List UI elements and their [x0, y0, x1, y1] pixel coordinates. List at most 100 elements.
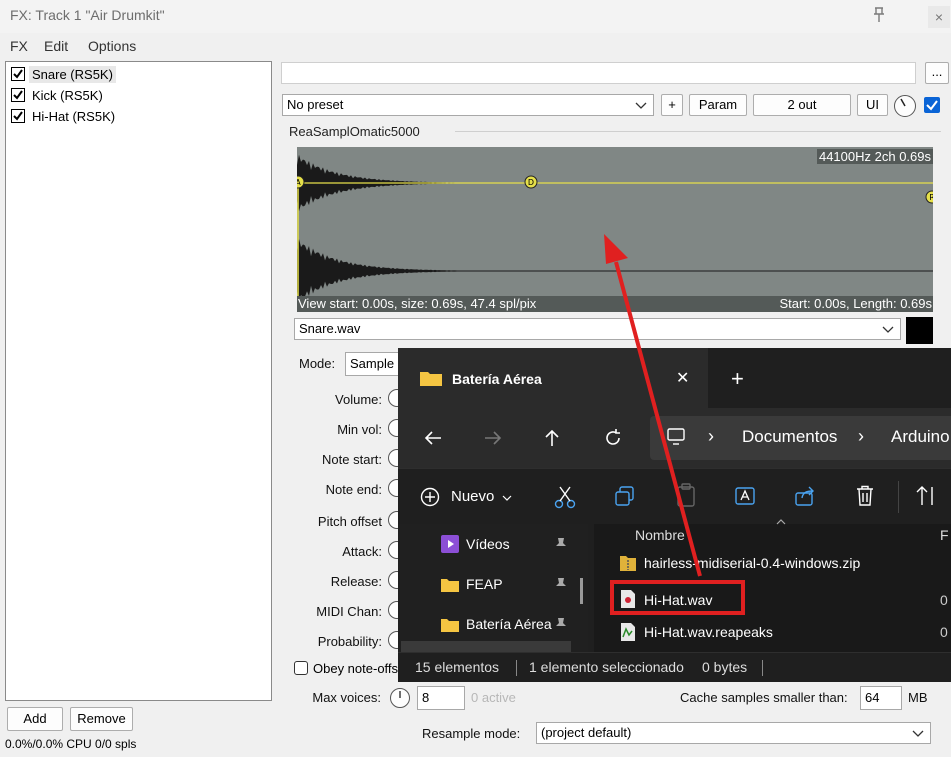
copy-icon[interactable] — [614, 485, 636, 507]
decay-marker-label: D — [528, 178, 534, 187]
check-icon — [926, 100, 938, 111]
up-arrow-icon[interactable] — [542, 428, 562, 448]
new-button[interactable]: Nuevo — [451, 488, 494, 505]
sidebar-vscrollbar[interactable] — [580, 578, 583, 604]
attack-marker[interactable]: A — [297, 175, 305, 189]
remove-button[interactable]: Remove — [70, 707, 133, 731]
release-marker[interactable]: R — [925, 190, 933, 204]
obey-noteoffs-checkbox[interactable] — [294, 661, 308, 675]
sample-info: 44100Hz 2ch 0.69s — [816, 149, 933, 164]
paste-icon[interactable] — [676, 483, 696, 507]
fx-item-hihat[interactable]: Hi-Hat (RS5K) — [11, 106, 118, 126]
fx-item-label: Hi-Hat (RS5K) — [32, 108, 116, 124]
menu-edit[interactable]: Edit — [44, 38, 68, 54]
pin-icon[interactable] — [554, 577, 568, 591]
refresh-icon[interactable] — [603, 428, 623, 448]
pitchoffset-label: Pitch offset — [317, 514, 382, 529]
active-voices: 0 active — [471, 690, 516, 705]
fx-enable-checkbox[interactable] — [11, 67, 25, 81]
check-icon — [13, 111, 23, 121]
pin-icon[interactable] — [554, 617, 568, 631]
breadcrumb-documentos[interactable]: Documentos — [742, 427, 837, 447]
waveform-display[interactable]: A D R 44100Hz 2ch 0.69s View start: 0.00… — [297, 147, 933, 312]
sidebar-item-bateria[interactable]: Batería Aérea — [398, 606, 588, 646]
chevron-down-icon — [882, 326, 894, 333]
column-header-name[interactable]: Nombre — [635, 527, 685, 543]
preset-value: No preset — [287, 97, 344, 112]
sidebar-item-feap[interactable]: FEAP — [398, 566, 588, 606]
file-explorer-window[interactable]: Batería Aérea ✕ + › Documentos › Arduino… — [398, 348, 951, 682]
resample-dropdown[interactable]: (project default) — [536, 722, 931, 744]
folder-icon — [420, 372, 442, 386]
check-icon — [13, 90, 23, 100]
fx-item-kick[interactable]: Kick (RS5K) — [11, 85, 106, 105]
bypass-checkbox[interactable] — [924, 97, 940, 113]
maxvoices-input[interactable]: 8 — [417, 686, 465, 710]
share-icon[interactable] — [794, 485, 816, 507]
sidebar-hscrollbar[interactable] — [401, 641, 571, 652]
sidebar-item-videos[interactable]: Vídeos — [398, 524, 588, 566]
menu-options[interactable]: Options — [88, 38, 136, 54]
fx-enable-checkbox[interactable] — [11, 109, 25, 123]
close-button[interactable]: × — [928, 6, 950, 28]
reapeaks-file-icon — [621, 623, 635, 641]
add-button[interactable]: Add — [7, 707, 63, 731]
cache-input[interactable]: 64 — [860, 686, 902, 710]
plugin-search-input[interactable] — [281, 62, 916, 84]
ui-button[interactable]: UI — [857, 94, 888, 116]
io-button[interactable]: 2 out — [753, 94, 851, 116]
explorer-sidebar: Vídeos FEAP Batería Aérea — [398, 524, 588, 652]
wet-knob[interactable] — [894, 95, 916, 117]
mode-label: Mode: — [299, 356, 336, 371]
color-swatch[interactable] — [906, 317, 933, 344]
preset-dropdown[interactable]: No preset — [282, 94, 654, 116]
plugin-name: ReaSamplOmatic5000 — [289, 124, 420, 139]
probability-label: Probability: — [317, 634, 382, 649]
fx-chain-list[interactable]: Snare (RS5K) Kick (RS5K) Hi-Hat (RS5K) — [5, 61, 272, 701]
more-button[interactable]: ... — [925, 62, 949, 84]
check-icon — [13, 69, 23, 79]
resample-value: (project default) — [541, 725, 632, 740]
attack-marker-label: A — [297, 178, 301, 187]
sort-icon[interactable] — [916, 485, 942, 507]
new-tab-button[interactable]: + — [731, 366, 744, 392]
midichan-label: MIDI Chan: — [316, 604, 382, 619]
group-divider — [455, 131, 941, 132]
file-col: 0 — [940, 592, 948, 608]
fx-enable-checkbox[interactable] — [11, 88, 25, 102]
param-button[interactable]: Param — [689, 94, 747, 116]
computer-icon — [667, 428, 685, 445]
address-bar[interactable]: › Documentos › Arduino — [650, 416, 951, 460]
tab-close-icon[interactable]: ✕ — [676, 368, 689, 388]
resample-label: Resample mode: — [422, 726, 521, 741]
file-row[interactable]: Hi-Hat.wav.reapeaks 0 — [594, 618, 951, 648]
forward-arrow-icon[interactable] — [483, 428, 503, 448]
rename-icon[interactable] — [734, 485, 756, 507]
column-header-other[interactable]: F — [940, 527, 949, 543]
file-row[interactable]: hairless-midiserial-0.4-windows.zip — [594, 548, 951, 578]
fx-item-snare[interactable]: Snare (RS5K) — [11, 64, 116, 84]
cache-value: 64 — [865, 690, 880, 705]
menu-fx[interactable]: FX — [10, 38, 28, 54]
add-preset-button[interactable]: + — [661, 94, 683, 116]
explorer-statusbar: 15 elementos 1 elemento seleccionado 0 b… — [398, 652, 951, 682]
cut-icon[interactable] — [554, 485, 576, 509]
file-name: hairless-midiserial-0.4-windows.zip — [644, 555, 861, 571]
sidebar-item-label: Batería Aérea — [466, 616, 552, 632]
delete-icon[interactable] — [855, 485, 875, 507]
explorer-tab[interactable]: Batería Aérea ✕ — [398, 348, 708, 408]
decay-marker[interactable]: D — [524, 175, 538, 189]
pin-icon[interactable] — [554, 537, 568, 551]
view-info: View start: 0.00s, size: 0.69s, 47.4 spl… — [298, 296, 537, 311]
sample-file-dropdown[interactable]: Snare.wav — [294, 318, 901, 340]
selected-count: 1 elemento seleccionado — [529, 659, 684, 675]
breadcrumb-arduino[interactable]: Arduino — [891, 427, 950, 447]
start-info: Start: 0.00s, Length: 0.69s — [779, 296, 933, 311]
cache-unit: MB — [908, 690, 928, 705]
mode-dropdown[interactable]: Sample — [345, 352, 405, 376]
pin-icon[interactable] — [870, 6, 888, 24]
back-arrow-icon[interactable] — [423, 428, 443, 448]
breadcrumb-sep-icon: › — [858, 426, 864, 446]
maxvoices-knob[interactable] — [390, 688, 410, 708]
fx-item-label: Kick (RS5K) — [32, 87, 103, 103]
